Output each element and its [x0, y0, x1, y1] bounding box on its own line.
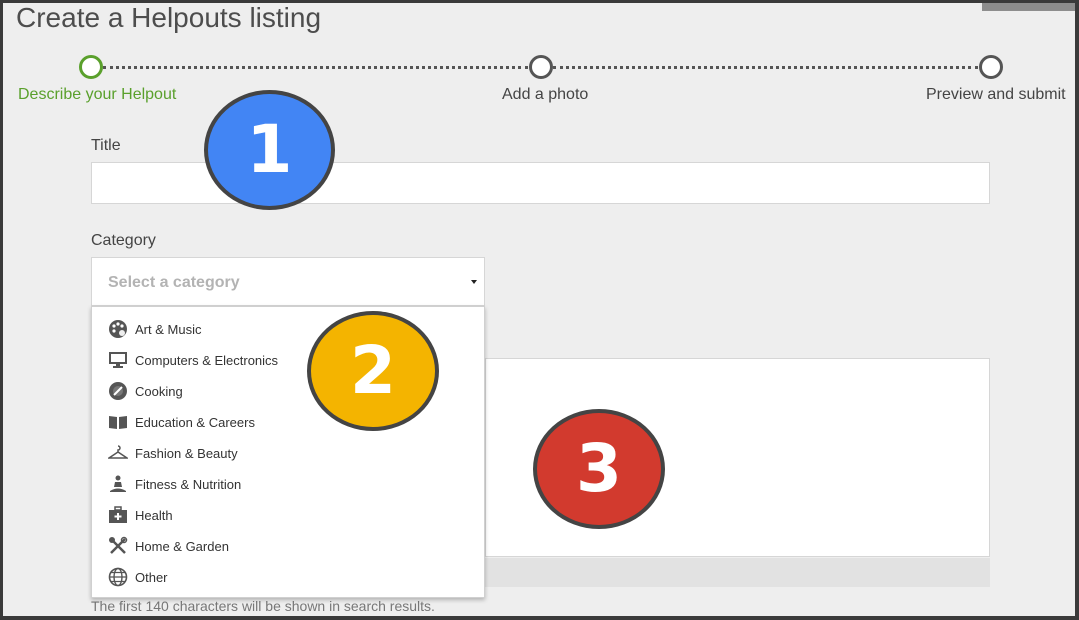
globe-icon — [108, 567, 128, 587]
category-select[interactable]: Select a category — [91, 257, 485, 306]
category-option-label: Fitness & Nutrition — [135, 477, 242, 492]
category-option-health[interactable]: Health — [92, 500, 484, 531]
palette-icon — [108, 319, 128, 339]
step-3-indicator[interactable] — [979, 55, 1003, 79]
title-label: Title — [91, 137, 121, 154]
category-option-fashion-beauty[interactable]: Fashion & Beauty — [92, 438, 484, 469]
description-hint: The first 140 characters will be shown i… — [91, 598, 435, 614]
category-option-label: Cooking — [135, 384, 183, 399]
annotation-number: 2 — [350, 332, 396, 409]
category-option-home-garden[interactable]: Home & Garden — [92, 531, 484, 562]
description-footer-bar — [485, 558, 990, 587]
first-aid-icon — [108, 505, 128, 525]
step-connector-2 — [553, 66, 978, 69]
annotation-number: 3 — [576, 430, 622, 507]
monitor-icon — [108, 350, 128, 370]
page-title: Create a Helpouts listing — [16, 2, 322, 33]
step-1-label[interactable]: Describe your Helpout — [18, 86, 176, 104]
category-option-label: Other — [135, 570, 168, 585]
corner-bar — [982, 3, 1075, 11]
step-3-label[interactable]: Preview and submit — [926, 86, 1066, 104]
category-placeholder: Select a category — [108, 274, 240, 291]
category-option-label: Computers & Electronics — [135, 353, 279, 368]
step-2-label[interactable]: Add a photo — [502, 86, 588, 104]
step-1-indicator[interactable] — [79, 55, 103, 79]
category-label: Category — [91, 232, 156, 249]
category-option-label: Education & Careers — [135, 415, 255, 430]
annotation-number: 1 — [246, 111, 293, 188]
cooking-icon — [108, 381, 128, 401]
book-icon — [108, 412, 128, 432]
category-option-label: Art & Music — [135, 322, 202, 337]
step-connector-1 — [103, 66, 528, 69]
category-option-label: Home & Garden — [135, 539, 229, 554]
category-option-label: Fashion & Beauty — [135, 446, 238, 461]
dropdown-arrow-icon — [471, 280, 477, 284]
annotation-badge-3: 3 — [533, 409, 665, 529]
category-option-other[interactable]: Other — [92, 562, 484, 593]
annotation-badge-1: 1 — [204, 90, 335, 210]
step-2-indicator[interactable] — [529, 55, 553, 79]
category-option-label: Health — [135, 508, 173, 523]
hanger-icon — [108, 443, 128, 463]
category-option-fitness-nutrition[interactable]: Fitness & Nutrition — [92, 469, 484, 500]
meditation-icon — [108, 474, 128, 494]
annotation-badge-2: 2 — [307, 311, 439, 431]
tools-icon — [108, 536, 128, 556]
